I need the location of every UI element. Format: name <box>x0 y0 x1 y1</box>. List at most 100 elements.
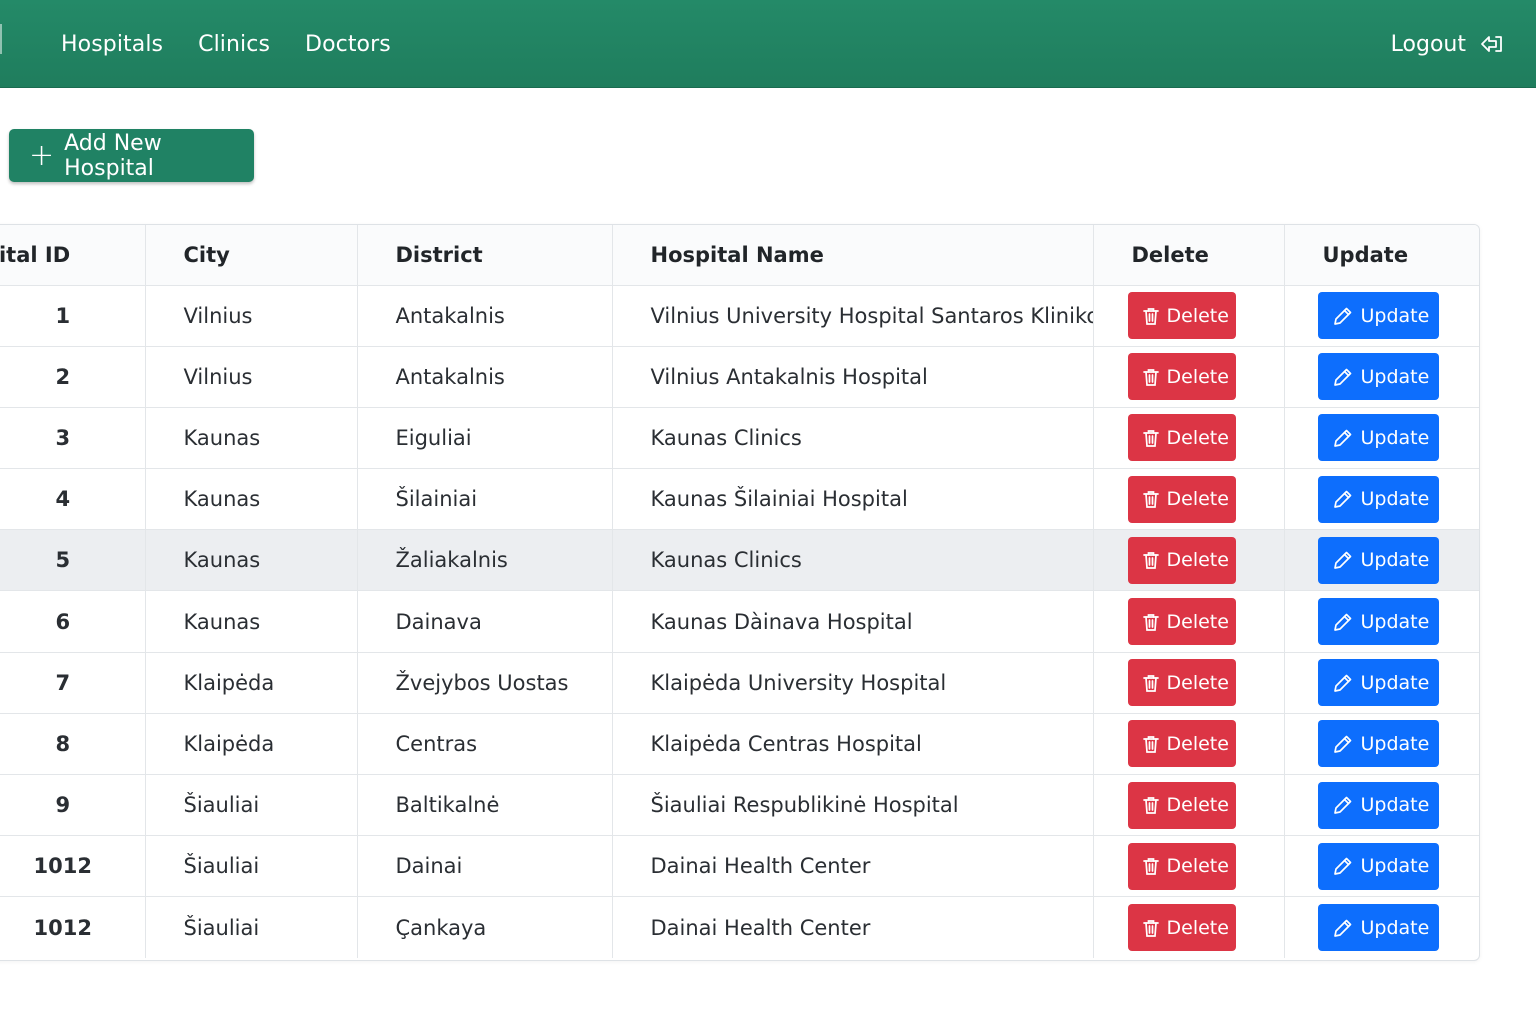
navbar-edge-divider <box>0 24 2 54</box>
table-row: 1012 Šiauliai Dainai Dainai Health Cente… <box>0 835 1479 898</box>
cell-hospital-name: Klaipėda Centras Hospital <box>612 713 1094 776</box>
cell-district: Eiguliai <box>357 407 613 470</box>
cell-delete: Delete <box>1093 713 1285 776</box>
update-label: Update <box>1360 610 1430 633</box>
delete-button[interactable]: Delete <box>1127 842 1236 890</box>
update-label: Update <box>1360 855 1430 878</box>
delete-button[interactable]: Delete <box>1127 720 1236 768</box>
delete-button[interactable]: Delete <box>1127 781 1236 829</box>
update-label: Update <box>1360 426 1430 449</box>
hospitals-table-container: ospital ID City District Hospital Name D… <box>0 224 1480 961</box>
update-button[interactable]: Update <box>1317 598 1439 646</box>
cell-hospital-id: 7 <box>0 652 146 714</box>
cell-delete: Delete <box>1093 590 1285 653</box>
table-body: 1 Vilnius Antakalnis Vilnius University … <box>0 285 1479 959</box>
cell-update: Update <box>1284 897 1479 958</box>
add-new-hospital-button[interactable]: + Add New Hospital <box>9 129 254 182</box>
cell-hospital-name: Kaunas Šilainiai Hospital <box>612 468 1094 531</box>
cell-hospital-name: Vilnius Antakalnis Hospital <box>612 346 1094 408</box>
cell-hospital-id: 5 <box>0 529 146 592</box>
update-button[interactable]: Update <box>1317 292 1439 340</box>
cell-district: Dainava <box>357 590 613 653</box>
delete-label: Delete <box>1166 304 1229 327</box>
cell-city: Klaipėda <box>145 652 358 714</box>
cell-hospital-id: 4 <box>0 468 146 531</box>
trash-icon <box>1142 430 1159 447</box>
header-district[interactable]: District <box>357 225 613 286</box>
pencil-icon <box>1333 490 1351 509</box>
trash-icon <box>1142 858 1159 876</box>
cell-update: Update <box>1284 529 1479 592</box>
cell-update: Update <box>1284 285 1479 347</box>
cell-hospital-id: 9 <box>0 774 146 837</box>
cell-district: Centras <box>357 713 613 776</box>
delete-button[interactable]: Delete <box>1127 292 1236 340</box>
cell-update: Update <box>1284 835 1479 898</box>
header-hospital-name[interactable]: Hospital Name <box>612 225 1094 286</box>
cell-update: Update <box>1284 590 1479 653</box>
cell-update: Update <box>1284 346 1479 408</box>
add-new-hospital-label: Add New Hospital <box>64 130 162 181</box>
nav-link-hospitals[interactable]: Hospitals <box>61 32 163 57</box>
cell-hospital-id: 6 <box>0 590 146 653</box>
delete-label: Delete <box>1166 855 1229 878</box>
delete-button[interactable]: Delete <box>1127 659 1236 707</box>
cell-city: Šiauliai <box>145 835 358 898</box>
delete-button[interactable]: Delete <box>1127 353 1236 401</box>
update-label: Update <box>1360 794 1430 817</box>
delete-button[interactable]: Delete <box>1127 904 1236 952</box>
update-button[interactable]: Update <box>1317 659 1439 707</box>
delete-button[interactable]: Delete <box>1127 536 1236 584</box>
cell-delete: Delete <box>1093 468 1285 531</box>
cell-city: Klaipėda <box>145 713 358 776</box>
cell-delete: Delete <box>1093 346 1285 408</box>
cell-city: Šiauliai <box>145 774 358 837</box>
update-button[interactable]: Update <box>1317 781 1439 829</box>
update-button[interactable]: Update <box>1317 414 1439 462</box>
update-button[interactable]: Update <box>1317 475 1439 523</box>
trash-icon <box>1142 552 1159 570</box>
cell-hospital-name: Kaunas Clinics <box>612 407 1094 470</box>
update-label: Update <box>1360 304 1430 327</box>
cell-delete: Delete <box>1093 407 1285 470</box>
pencil-icon <box>1333 857 1351 876</box>
update-button[interactable]: Update <box>1317 720 1439 768</box>
cell-delete: Delete <box>1093 285 1285 347</box>
logout-button[interactable]: Logout <box>1391 0 1504 88</box>
delete-button[interactable]: Delete <box>1127 475 1236 523</box>
cell-district: Dainai <box>357 835 613 898</box>
cell-city: Kaunas <box>145 407 358 470</box>
nav-links: Hospitals Clinics Doctors <box>61 0 426 88</box>
cell-district: Žvejybos Uostas <box>357 652 613 714</box>
table-row: 8 Klaipėda Centras Klaipėda Centras Hosp… <box>0 713 1479 776</box>
cell-district: Žaliakalnis <box>357 529 613 592</box>
header-hospital-id[interactable]: ospital ID <box>0 225 146 286</box>
cell-delete: Delete <box>1093 835 1285 898</box>
delete-button[interactable]: Delete <box>1127 414 1236 462</box>
cell-district: Antakalnis <box>357 285 613 347</box>
delete-label: Delete <box>1166 365 1229 388</box>
cell-hospital-id: 1 <box>0 285 146 347</box>
header-city[interactable]: City <box>145 225 358 286</box>
cell-city: Šiauliai <box>145 896 358 959</box>
delete-label: Delete <box>1166 732 1229 755</box>
cell-hospital-id: 1012 <box>0 835 146 898</box>
header-update: Update <box>1284 225 1479 286</box>
delete-button[interactable]: Delete <box>1127 598 1236 646</box>
nav-link-doctors[interactable]: Doctors <box>305 32 391 57</box>
table-row: 6 Kaunas Dainava Kaunas Dàinava Hospital… <box>0 590 1479 653</box>
update-button[interactable]: Update <box>1317 353 1439 401</box>
trash-icon <box>1142 919 1159 937</box>
top-navbar: Hospitals Clinics Doctors Logout <box>0 0 1536 88</box>
trash-icon <box>1142 368 1159 386</box>
cell-hospital-name: Vilnius University Hospital Santaros Kli… <box>612 285 1094 347</box>
nav-link-clinics[interactable]: Clinics <box>198 32 270 57</box>
pencil-icon <box>1333 551 1351 570</box>
trash-icon <box>1142 491 1159 509</box>
update-button[interactable]: Update <box>1317 904 1439 952</box>
table-row: 5 Kaunas Žaliakalnis Kaunas Clinics Dele… <box>0 529 1479 592</box>
table-row: 1 Vilnius Antakalnis Vilnius University … <box>0 285 1479 347</box>
update-button[interactable]: Update <box>1317 842 1439 890</box>
update-button[interactable]: Update <box>1317 536 1439 584</box>
trash-icon <box>1142 797 1159 814</box>
